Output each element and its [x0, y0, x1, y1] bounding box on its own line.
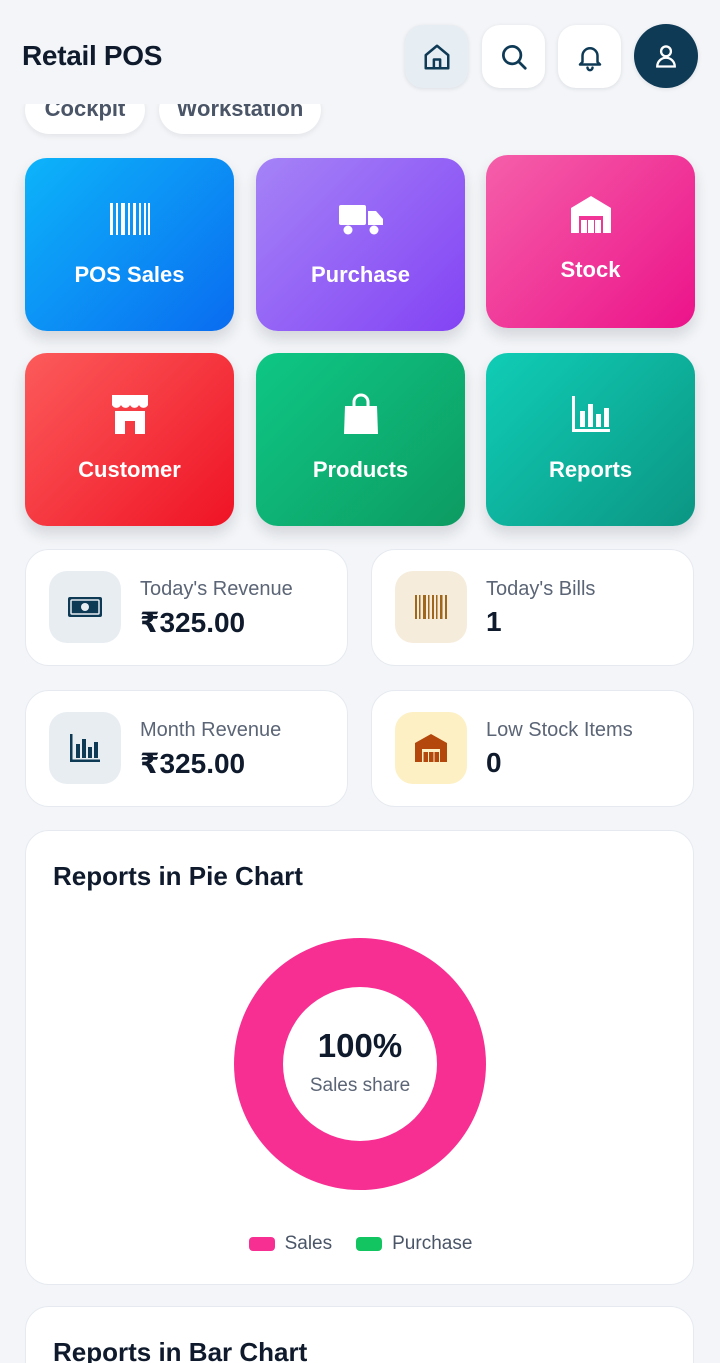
legend-label: Purchase	[392, 1233, 473, 1254]
profile-button[interactable]	[634, 24, 698, 88]
tile-products[interactable]: Products	[256, 353, 465, 526]
truck-icon	[338, 205, 383, 235]
bar-chart-icon	[571, 396, 610, 432]
bar-chart-title: Reports in Bar Chart	[53, 1337, 308, 1363]
stat-label: Month Revenue	[140, 719, 282, 741]
warehouse-icon-box	[395, 712, 467, 784]
home-button[interactable]	[405, 25, 468, 88]
storefront-icon	[111, 395, 148, 434]
tile-customer[interactable]: Customer	[25, 353, 234, 526]
app-header: Retail POS	[0, 0, 720, 104]
app-title: Retail POS	[22, 40, 163, 71]
tile-label: POS Sales	[74, 262, 185, 287]
chart-icon-box	[49, 712, 121, 784]
shopping-bag-icon	[343, 393, 378, 434]
chart-legend: Sales Purchase	[26, 1233, 695, 1255]
tile-stock[interactable]: Stock	[486, 155, 695, 328]
barcode-icon-box	[395, 571, 467, 643]
tile-label: Customer	[78, 457, 181, 482]
tile-label: Products	[312, 457, 409, 482]
notifications-button[interactable]	[558, 25, 621, 88]
legend-label: Sales	[284, 1233, 333, 1254]
bar-chart-card: Reports in Bar Chart	[25, 1306, 694, 1363]
donut-center: 100% Sales share	[233, 937, 487, 1191]
warehouse-icon	[415, 734, 447, 762]
legend-item-sales[interactable]: Sales	[248, 1233, 333, 1255]
donut-center-label: Sales share	[309, 1075, 411, 1096]
stat-value: 1	[486, 606, 502, 637]
tile-pos-sales[interactable]: POS Sales	[25, 158, 234, 331]
donut-center-value: 100%	[317, 1027, 403, 1064]
tile-label: Reports	[548, 457, 633, 482]
barcode-icon	[109, 203, 150, 235]
stat-month-revenue[interactable]: Month Revenue ₹325.00	[25, 690, 348, 807]
tile-label: Purchase	[310, 262, 411, 287]
pie-chart-title: Reports in Pie Chart	[53, 861, 303, 891]
legend-swatch-sales	[248, 1237, 275, 1251]
stat-today-bills[interactable]: Today's Bills 1	[371, 549, 694, 666]
tile-label: Stock	[560, 257, 621, 282]
search-button[interactable]	[482, 25, 545, 88]
stat-today-revenue[interactable]: Today's Revenue ₹325.00	[25, 549, 348, 666]
user-icon	[656, 45, 676, 68]
legend-swatch-purchase	[356, 1237, 383, 1251]
search-icon	[501, 44, 527, 70]
donut-chart[interactable]: 100% Sales share	[233, 937, 487, 1191]
bell-icon	[578, 46, 601, 71]
legend-item-purchase[interactable]: Purchase	[356, 1233, 472, 1255]
bar-chart-icon	[70, 734, 100, 762]
stat-value: 0	[486, 747, 502, 778]
barcode-icon	[415, 595, 447, 619]
home-icon	[424, 44, 449, 69]
stat-value: ₹325.00	[140, 607, 246, 638]
warehouse-icon	[570, 196, 611, 233]
stat-value: ₹325.00	[140, 748, 246, 779]
money-icon	[68, 597, 102, 617]
tile-reports[interactable]: Reports	[486, 353, 695, 526]
tile-purchase[interactable]: Purchase	[256, 158, 465, 331]
stat-low-stock[interactable]: Low Stock Items 0	[371, 690, 694, 807]
stat-label: Low Stock Items	[486, 719, 633, 741]
money-icon-box	[49, 571, 121, 643]
stat-label: Today's Revenue	[140, 578, 293, 600]
pie-chart-card: Reports in Pie Chart 100% Sales share Sa…	[25, 830, 694, 1285]
stat-label: Today's Bills	[486, 578, 596, 600]
